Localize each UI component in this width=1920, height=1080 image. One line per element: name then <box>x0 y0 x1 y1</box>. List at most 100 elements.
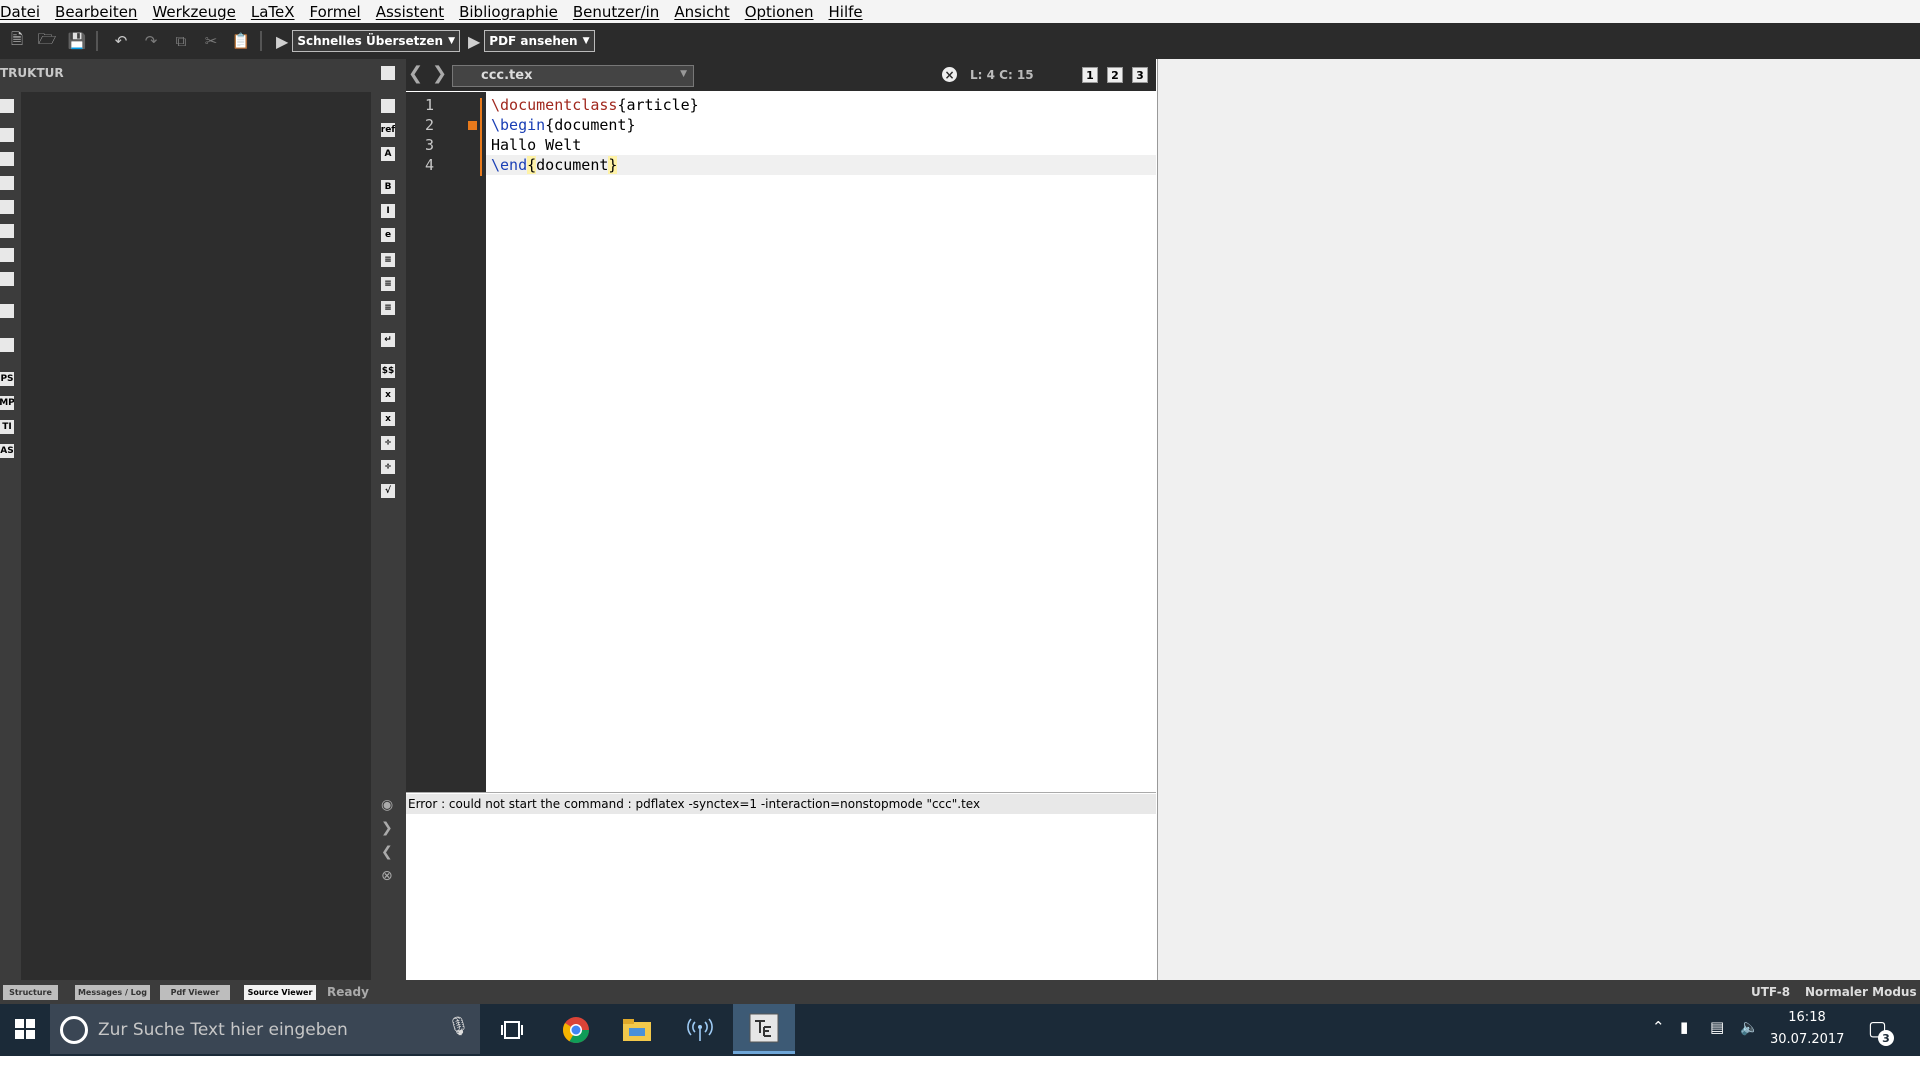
new-line-icon[interactable]: ↵ <box>381 333 395 347</box>
status-mode[interactable]: Normaler Modus <box>1805 985 1917 999</box>
next-error-icon[interactable]: ❯ <box>381 820 393 836</box>
cut-icon[interactable]: ✂ <box>198 28 224 54</box>
menu-assistent[interactable]: Assistent <box>374 3 451 21</box>
brace-close: } <box>608 156 618 174</box>
code-line-4[interactable]: \end{document} <box>491 156 618 174</box>
stop-icon[interactable]: ⊗ <box>381 868 393 884</box>
view-button-2[interactable]: 2 <box>1107 67 1123 83</box>
ref-icon[interactable]: ref <box>381 123 395 137</box>
wireless-app-icon[interactable] <box>678 1010 722 1050</box>
tab-pdf-viewer[interactable]: Pdf Viewer <box>160 985 230 1000</box>
menu-hilfe[interactable]: Hilfe <box>827 3 870 21</box>
fraction-icon[interactable]: ÷ <box>381 436 395 450</box>
menu-ansicht[interactable]: Ansicht <box>672 3 736 21</box>
tab-messages-log[interactable]: Messages / Log <box>75 985 150 1000</box>
tab-source-viewer[interactable]: Source Viewer <box>244 985 316 1000</box>
sqrt-icon[interactable]: √ <box>381 484 395 498</box>
asymptote-icon[interactable]: AS <box>0 444 14 458</box>
code-line-1[interactable]: \documentclass{article} <box>491 96 699 114</box>
prev-error-icon[interactable]: ❮ <box>381 844 393 860</box>
subscript-icon[interactable]: x <box>381 388 395 402</box>
arrow-icon[interactable] <box>0 152 14 166</box>
menu-bibliographie[interactable]: Bibliographie <box>457 3 565 21</box>
brackets-icon[interactable] <box>0 304 14 318</box>
pdf-viewer-area[interactable] <box>1157 59 1920 980</box>
run-view-icon[interactable]: ▶ <box>468 32 480 51</box>
clock-time[interactable]: 16:18 <box>1775 1010 1839 1025</box>
greek-letter-icon[interactable] <box>0 224 14 238</box>
menu-formel[interactable]: Formel <box>308 3 368 21</box>
copy-icon[interactable]: ⧉ <box>168 28 194 54</box>
left-vertical-toolbar: PS MP TI AS <box>0 92 16 980</box>
align-left-icon[interactable]: ≡ <box>381 253 395 267</box>
redo-icon[interactable]: ↷ <box>138 28 164 54</box>
texmaker-task-icon[interactable] <box>733 1004 795 1054</box>
code-editor[interactable] <box>486 92 1156 792</box>
windows-start-icon[interactable] <box>0 1004 50 1054</box>
menu-latex[interactable]: LaTeX <box>249 3 302 21</box>
new-file-icon[interactable]: 🗎 <box>4 28 30 54</box>
brace-open: { <box>527 156 537 174</box>
task-view-icon[interactable] <box>490 1010 534 1050</box>
clock-date[interactable]: 30.07.2017 <box>1770 1032 1844 1047</box>
code-line-2[interactable]: \begin{document} <box>491 116 636 134</box>
menu-werkzeuge[interactable]: Werkzeuge <box>150 3 242 21</box>
relation-icon[interactable] <box>0 128 14 142</box>
structure-list-icon[interactable] <box>0 99 14 113</box>
align-right-icon[interactable]: ≡ <box>381 301 395 315</box>
file-tab-combo[interactable]: ccc.tex ▼ <box>452 65 694 87</box>
tab-structure[interactable]: Structure <box>3 985 58 1000</box>
dfrac-icon[interactable]: ÷ <box>381 460 395 474</box>
pstricks-icon[interactable]: PS <box>0 372 14 386</box>
undo-icon[interactable]: ↶ <box>108 28 134 54</box>
chevron-right-icon[interactable]: ❯ <box>432 63 447 84</box>
menu-benutzer[interactable]: Benutzer/in <box>571 3 666 21</box>
font-size-icon[interactable]: A <box>381 147 395 161</box>
menu-bearbeiten[interactable]: Bearbeiten <box>53 3 144 21</box>
math-dollar-icon[interactable]: $$ <box>381 364 395 378</box>
structure-panel[interactable] <box>21 92 371 980</box>
messages-panel[interactable] <box>406 792 1156 981</box>
delimiter-icon[interactable] <box>0 200 14 214</box>
file-explorer-icon[interactable] <box>615 1010 659 1050</box>
network-icon[interactable]: ▤ <box>1710 1018 1724 1036</box>
accent-icon[interactable] <box>0 338 14 352</box>
emphasis-icon[interactable]: e <box>381 228 395 242</box>
open-folder-icon[interactable]: 🗁 <box>34 28 60 54</box>
cortana-icon[interactable] <box>60 1016 88 1044</box>
operator-icon[interactable] <box>0 272 14 286</box>
code-line-3[interactable]: Hallo Welt <box>491 136 581 154</box>
menu-datei[interactable]: Datei <box>0 3 47 21</box>
save-icon[interactable]: 💾 <box>64 28 90 54</box>
error-message[interactable]: Error : could not start the command : pd… <box>408 797 980 811</box>
add-label-icon[interactable] <box>381 99 395 113</box>
italic-icon[interactable]: I <box>381 204 395 218</box>
view-button-1[interactable]: 1 <box>1082 67 1098 83</box>
chrome-icon[interactable] <box>554 1010 598 1050</box>
expand-panel-icon[interactable] <box>381 66 395 80</box>
status-encoding[interactable]: UTF-8 <box>1751 985 1790 999</box>
chevron-left-icon[interactable]: ❮ <box>408 63 423 84</box>
menu-optionen[interactable]: Optionen <box>743 3 821 21</box>
microphone-icon[interactable]: 🎙 <box>447 1016 470 1037</box>
view-combo[interactable]: PDF ansehen ▼ <box>484 30 595 52</box>
superscript-icon[interactable]: x <box>381 412 395 426</box>
infinity-icon[interactable] <box>0 248 14 262</box>
tikz-icon[interactable]: TI <box>0 420 14 434</box>
view-button-3[interactable]: 3 <box>1132 67 1148 83</box>
chevron-up-icon[interactable]: ⌃ <box>1652 1018 1665 1036</box>
screen-bottom-area <box>0 1056 1920 1080</box>
volume-icon[interactable]: 🔈 <box>1740 1018 1759 1036</box>
misc-symbol-icon[interactable] <box>0 176 14 190</box>
close-icon[interactable]: × <box>942 67 957 82</box>
toolbar-separator <box>260 31 262 51</box>
compile-combo[interactable]: Schnelles Übersetzen ▼ <box>292 30 460 52</box>
battery-icon[interactable]: ▮ <box>1680 1018 1688 1036</box>
bold-icon[interactable]: B <box>381 180 395 194</box>
eye-icon[interactable]: ◉ <box>381 797 393 813</box>
fold-marker-icon[interactable] <box>468 121 477 130</box>
metapost-icon[interactable]: MP <box>0 396 14 410</box>
align-center-icon[interactable]: ≡ <box>381 277 395 291</box>
paste-icon[interactable]: 📋 <box>228 28 254 54</box>
run-compile-icon[interactable]: ▶ <box>276 32 288 51</box>
